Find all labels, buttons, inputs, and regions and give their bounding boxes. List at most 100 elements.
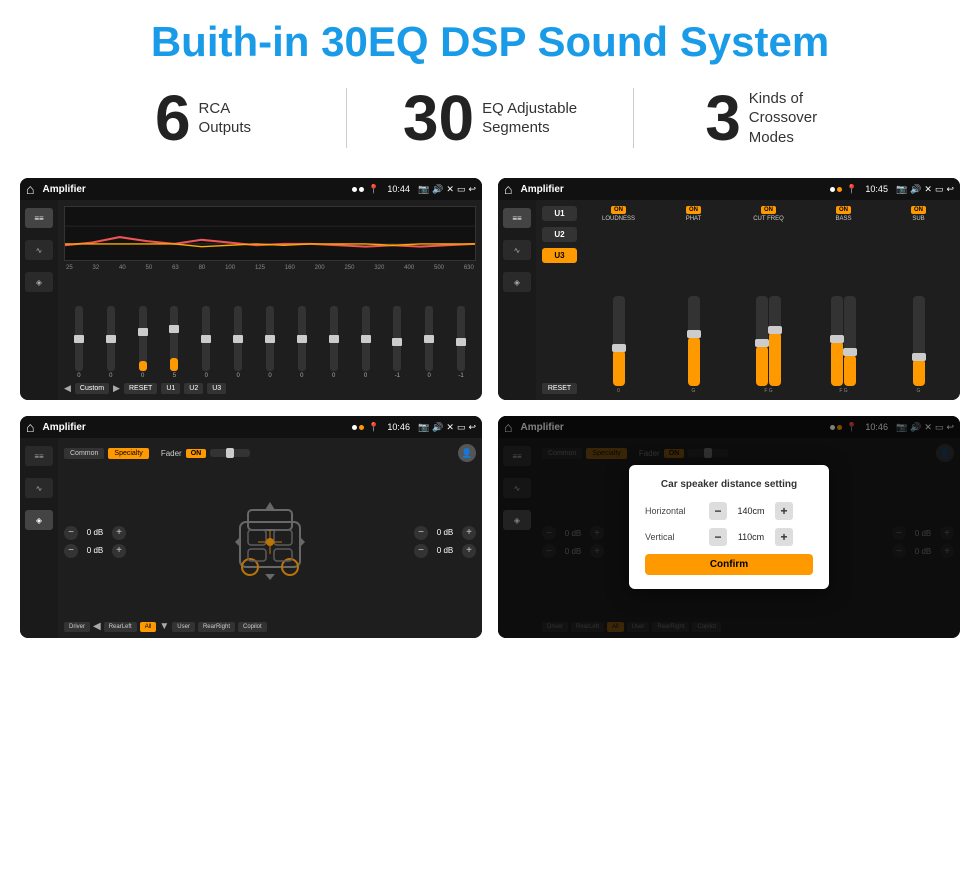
speaker-icon[interactable]: ◈ [25, 272, 53, 292]
person-icon[interactable]: 👤 [458, 444, 476, 462]
x-icon: ✕ [446, 184, 454, 195]
play-icon[interactable]: ▶ [113, 383, 120, 394]
eq-labels: 2532 4050 6380 100125 160200 250320 4005… [64, 265, 476, 271]
cutfreq-slider-g[interactable] [769, 296, 781, 386]
db-minus-2[interactable]: − [64, 544, 78, 558]
eq-icon-3[interactable]: ≡≡ [25, 446, 53, 466]
u1-btn-eq[interactable]: U1 [161, 383, 180, 394]
status-dots-1 [352, 187, 364, 192]
phat-slider[interactable] [688, 296, 700, 386]
back-icon-2[interactable]: ↩ [946, 184, 954, 195]
status-icons-1: 📷 🔊 ✕ ▭ ↩ [418, 184, 476, 195]
on-loudness[interactable]: ON [611, 206, 626, 214]
on-sub[interactable]: ON [911, 206, 926, 214]
stat-crossover: 3 Kinds of Crossover Modes [634, 86, 920, 150]
vertical-label: Vertical [645, 532, 705, 542]
fader-slider[interactable] [210, 449, 250, 457]
wave-icon-3[interactable]: ∿ [25, 478, 53, 498]
db-plus-3[interactable]: + [462, 526, 476, 540]
u2-btn-eq[interactable]: U2 [184, 383, 203, 394]
wave-icon-2[interactable]: ∿ [503, 240, 531, 260]
copilot-btn[interactable]: Copilot [238, 622, 267, 632]
eq-graph [64, 206, 476, 261]
db-plus-1[interactable]: + [112, 526, 126, 540]
eq-slider-11: 0 [425, 306, 433, 379]
fader-on-btn[interactable]: ON [186, 449, 207, 458]
back-icon-3[interactable]: ↩ [468, 422, 476, 433]
on-bass[interactable]: ON [836, 206, 851, 214]
eq-slider-5: 0 [234, 306, 242, 379]
rearright-btn[interactable]: RearRight [198, 622, 235, 632]
horizontal-label: Horizontal [645, 506, 705, 516]
db-minus-1[interactable]: − [64, 526, 78, 540]
distance-dialog: Car speaker distance setting Horizontal … [629, 465, 829, 589]
eq-panel: 2532 4050 6380 100125 160200 250320 4005… [58, 200, 482, 400]
reset-btn-xover[interactable]: RESET [542, 383, 577, 394]
fader-panel: Common Specialty Fader ON 👤 − 0 dB + [58, 438, 482, 638]
db-val-4: 0 dB [431, 546, 459, 555]
db-row-1: − 0 dB + [64, 526, 126, 540]
db-plus-4[interactable]: + [462, 544, 476, 558]
status-dots-3 [352, 425, 364, 430]
vertical-plus[interactable]: + [775, 528, 793, 546]
stat-rca: 6 RCA Outputs [60, 86, 346, 150]
home-icon[interactable]: ⌂ [26, 181, 34, 197]
eq-icon[interactable]: ≡≡ [25, 208, 53, 228]
eq-slider-10: -1 [393, 306, 401, 379]
bass-slider-f[interactable] [831, 296, 843, 386]
db-val-3: 0 dB [431, 528, 459, 537]
eq-slider-4: 0 [202, 306, 210, 379]
custom-btn[interactable]: Custom [75, 383, 109, 394]
tab-common[interactable]: Common [64, 448, 104, 459]
prev-icon[interactable]: ◀ [64, 383, 71, 394]
loudness-slider[interactable] [613, 296, 625, 386]
vertical-minus[interactable]: − [709, 528, 727, 546]
speaker-icon-2[interactable]: ◈ [503, 272, 531, 292]
db-row-4: − 0 dB + [414, 544, 476, 558]
eq-slider-0: 0 [75, 306, 83, 379]
on-phat[interactable]: ON [686, 206, 701, 214]
u3-btn[interactable]: U3 [542, 248, 577, 263]
db-row-2: − 0 dB + [64, 544, 126, 558]
db-plus-2[interactable]: + [112, 544, 126, 558]
on-cutfreq[interactable]: ON [761, 206, 776, 214]
eq-slider-7: 0 [298, 306, 306, 379]
screen3-title: Amplifier [42, 422, 348, 433]
confirm-button[interactable]: Confirm [645, 554, 813, 575]
all-btn[interactable]: All [140, 622, 157, 632]
tab-specialty[interactable]: Specialty [108, 448, 148, 459]
fader-top-bar: Common Specialty Fader ON 👤 [64, 444, 476, 462]
user-btn[interactable]: User [172, 622, 195, 632]
screen1-title: Amplifier [42, 184, 348, 195]
sub-slider[interactable] [913, 296, 925, 386]
reset-btn-eq[interactable]: RESET [124, 383, 157, 394]
horizontal-minus[interactable]: − [709, 502, 727, 520]
db-minus-3[interactable]: − [414, 526, 428, 540]
screens-grid: ⌂ Amplifier 📍 10:44 📷 🔊 ✕ ▭ ↩ ≡≡ ∿ ◈ [0, 170, 980, 658]
home-icon-2[interactable]: ⌂ [504, 181, 512, 197]
u3-btn-eq[interactable]: U3 [207, 383, 226, 394]
camera-icon-2: 📷 [896, 184, 907, 195]
u1-btn[interactable]: U1 [542, 206, 577, 221]
dot-5 [352, 425, 357, 430]
driver-btn[interactable]: Driver [64, 622, 90, 632]
stat-rca-number: 6 [155, 86, 191, 150]
horizontal-plus[interactable]: + [775, 502, 793, 520]
screen-distance: ⌂ Amplifier 📍 10:46 📷 🔊 ✕ ▭ ↩ ≡≡ ∿ ◈ [498, 416, 960, 638]
speaker-icon-3[interactable]: ◈ [25, 510, 53, 530]
rearleft-btn[interactable]: RearLeft [104, 622, 137, 632]
eq-icon-2[interactable]: ≡≡ [503, 208, 531, 228]
cutfreq-slider-f[interactable] [756, 296, 768, 386]
db-minus-4[interactable]: − [414, 544, 428, 558]
u2-btn[interactable]: U2 [542, 227, 577, 242]
eq-slider-8: 0 [330, 306, 338, 379]
back-icon[interactable]: ↩ [468, 184, 476, 195]
db-val-1: 0 dB [81, 528, 109, 537]
dot-4 [837, 187, 842, 192]
screen3-body: ≡≡ ∿ ◈ Common Specialty Fader ON 👤 [20, 438, 482, 638]
xover-presets: U1 U2 U3 RESET [542, 206, 577, 394]
screen2-title: Amplifier [520, 184, 826, 195]
wave-icon[interactable]: ∿ [25, 240, 53, 260]
home-icon-3[interactable]: ⌂ [26, 419, 34, 435]
bass-slider-g[interactable] [844, 296, 856, 386]
